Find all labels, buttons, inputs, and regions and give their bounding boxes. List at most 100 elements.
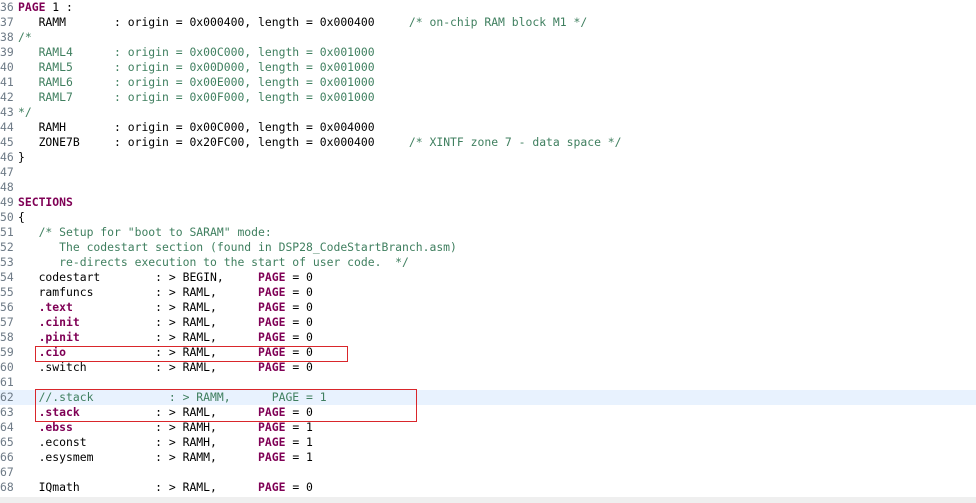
line-number: 60	[0, 360, 14, 374]
code-text: PAGE 1 :	[18, 0, 73, 15]
code-line[interactable]: 58 .pinit : > RAML, PAGE = 0	[0, 330, 976, 345]
text-token: = 0	[285, 345, 313, 359]
line-number: 42	[0, 90, 14, 104]
line-number: 57	[0, 315, 14, 329]
comment-token: /* Setup for "boot to SARAM" mode:	[18, 225, 272, 239]
code-text: /*	[18, 30, 32, 45]
directive-token: .cio	[38, 345, 67, 359]
keyword-token: PAGE	[258, 420, 286, 434]
code-text: .ebss : > RAMH, PAGE = 1	[18, 420, 313, 435]
code-text: SECTIONS	[18, 195, 73, 210]
line-number: 36	[0, 0, 14, 14]
code-line[interactable]: 46}	[0, 150, 976, 165]
code-line[interactable]: 57 .cinit : > RAML, PAGE = 0	[0, 315, 976, 330]
code-line[interactable]: 64 .ebss : > RAMH, PAGE = 1	[0, 420, 976, 435]
code-line[interactable]: 65 .econst : > RAMH, PAGE = 1	[0, 435, 976, 450]
text-token: = 0	[285, 270, 313, 284]
line-number: 43	[0, 105, 14, 119]
code-line[interactable]: 53 re-directs execution to the start of …	[0, 255, 976, 270]
code-line[interactable]: 59 .cio : > RAML, PAGE = 0	[0, 345, 976, 360]
line-number: 66	[0, 450, 14, 464]
code-line[interactable]: 36 PAGE 1 :	[0, 0, 976, 15]
code-line[interactable]: 68 IQmath : > RAML, PAGE = 0	[0, 480, 976, 495]
line-number: 65	[0, 435, 14, 449]
keyword-token: PAGE	[258, 315, 286, 329]
line-number: 49	[0, 195, 14, 209]
comment-token: RAML5 : origin = 0x00D000, length = 0x00…	[18, 60, 375, 74]
code-line[interactable]: 42 RAML7 : origin = 0x00F000, length = 0…	[0, 90, 976, 105]
code-text: }	[18, 150, 25, 165]
line-number: 63	[0, 405, 14, 419]
text-token: = 1	[285, 435, 313, 449]
code-line[interactable]: 49 SECTIONS	[0, 195, 976, 210]
text-token: = 0	[285, 405, 313, 419]
keyword-token: PAGE	[258, 360, 286, 374]
code-line[interactable]: 47	[0, 165, 976, 180]
line-number: 39	[0, 45, 14, 59]
text-token: codestart : > BEGIN,	[18, 270, 259, 284]
text-token: = 0	[285, 285, 313, 299]
code-line[interactable]: 61	[0, 375, 976, 390]
code-line[interactable]: 51 /* Setup for "boot to SARAM" mode:	[0, 225, 976, 240]
keyword-token: PAGE	[258, 450, 286, 464]
horizontal-scrollbar[interactable]	[0, 497, 976, 503]
directive-token: .text	[38, 300, 73, 314]
line-number: 56	[0, 300, 14, 314]
line-number: 59	[0, 345, 14, 359]
keyword-token: PAGE	[258, 330, 286, 344]
code-editor[interactable]: 36 PAGE 1 :37 RAMM : origin = 0x000400, l…	[0, 0, 976, 503]
comment-token: RAML7 : origin = 0x00F000, length = 0x00…	[18, 90, 375, 104]
code-text: .econst : > RAMH, PAGE = 1	[18, 435, 313, 450]
code-line[interactable]: 66 .esysmem : > RAMM, PAGE = 1	[0, 450, 976, 465]
line-number: 38	[0, 30, 14, 44]
code-line[interactable]: 41 RAML6 : origin = 0x00E000, length = 0…	[0, 75, 976, 90]
directive-token: .cinit	[38, 315, 80, 329]
text-token: }	[18, 150, 25, 164]
code-line[interactable]: 67	[0, 465, 976, 480]
code-line[interactable]: 48	[0, 180, 976, 195]
code-line[interactable]: 50 {	[0, 210, 976, 225]
comment-token: re-directs execution to the start of use…	[18, 255, 409, 269]
code-line[interactable]: 60 .switch : > RAML, PAGE = 0	[0, 360, 976, 375]
code-line[interactable]: 37 RAMM : origin = 0x000400, length = 0x…	[0, 15, 976, 30]
code-line[interactable]: 44 RAMH : origin = 0x00C000, length = 0x…	[0, 120, 976, 135]
code-line[interactable]: 45 ZONE7B : origin = 0x20FC00, length = …	[0, 135, 976, 150]
code-text: //.stack : > RAMM, PAGE = 1	[18, 390, 327, 405]
text-token: {	[18, 210, 25, 224]
code-text: .switch : > RAML, PAGE = 0	[18, 360, 313, 375]
code-line[interactable]: 62 //.stack : > RAMM, PAGE = 1	[0, 390, 976, 405]
code-line[interactable]: 39 RAML4 : origin = 0x00C000, length = 0…	[0, 45, 976, 60]
comment-token: /*	[18, 30, 32, 44]
comment-token: /* XINTF zone 7 - data space */	[408, 135, 622, 149]
code-text: codestart : > BEGIN, PAGE = 0	[18, 270, 313, 285]
code-line[interactable]: 56 .text : > RAML, PAGE = 0	[0, 300, 976, 315]
text-token: : > RAML,	[66, 345, 259, 359]
code-line[interactable]: 55 ramfuncs : > RAML, PAGE = 0	[0, 285, 976, 300]
keyword-token: PAGE	[258, 345, 286, 359]
code-line[interactable]: 40 RAML5 : origin = 0x00D000, length = 0…	[0, 60, 976, 75]
line-number: 62	[0, 390, 14, 404]
code-line[interactable]: 63 .stack : > RAML, PAGE = 0	[0, 405, 976, 420]
comment-token: RAML6 : origin = 0x00E000, length = 0x00…	[18, 75, 375, 89]
line-number: 52	[0, 240, 14, 254]
code-line[interactable]: 52 The codestart section (found in DSP28…	[0, 240, 976, 255]
directive-token: .ebss	[38, 420, 73, 434]
line-number: 41	[0, 75, 14, 89]
comment-token: The codestart section (found in DSP28_Co…	[18, 240, 457, 254]
code-line[interactable]: 38 /*	[0, 30, 976, 45]
code-text: re-directs execution to the start of use…	[18, 255, 409, 270]
text-token: = 0	[285, 300, 313, 314]
code-text: .esysmem : > RAMM, PAGE = 1	[18, 450, 313, 465]
text-token: = 0	[285, 360, 313, 374]
directive-token: .pinit	[38, 330, 80, 344]
code-text: .cinit : > RAML, PAGE = 0	[18, 315, 313, 330]
line-number: 45	[0, 135, 14, 149]
line-number: 47	[0, 165, 14, 179]
code-line[interactable]: 43 */	[0, 105, 976, 120]
code-line[interactable]: 54 codestart : > BEGIN, PAGE = 0	[0, 270, 976, 285]
directive-token: .stack	[38, 405, 80, 419]
text-token: RAMH : origin = 0x00C000, length = 0x004…	[18, 120, 375, 134]
text-token: : > RAML,	[79, 330, 259, 344]
code-text: RAML4 : origin = 0x00C000, length = 0x00…	[18, 45, 375, 60]
